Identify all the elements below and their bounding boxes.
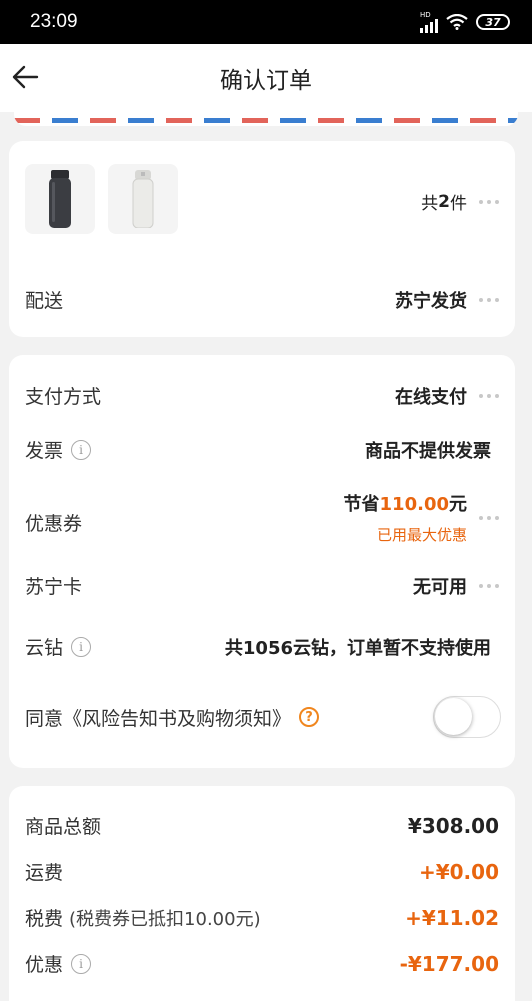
status-icons: HD 37 <box>420 11 510 33</box>
more-dots-icon <box>479 583 501 589</box>
page-title: 确认订单 <box>220 68 312 94</box>
page-header: 确认订单 <box>0 44 532 112</box>
coupon-note: 已用最大优惠 <box>376 526 467 544</box>
summary-card: 商品总额 ¥308.00 运费 +¥0.00 税费 (税费券已抵扣10.00元)… <box>9 786 515 1001</box>
agreement-toggle[interactable] <box>433 696 501 738</box>
signal-icon: HD <box>420 11 438 33</box>
cloud-diamond-value: 共1056云钻，订单暂不支持使用 <box>224 637 491 659</box>
tax-row: 税费 (税费券已抵扣10.00元) +¥11.02 <box>25 904 499 931</box>
help-icon[interactable]: ? <box>299 707 320 727</box>
tax-value: +¥11.02 <box>405 905 499 930</box>
battery-icon: 37 <box>476 14 510 30</box>
discount-value: -¥177.00 <box>399 951 499 976</box>
airmail-stripe <box>14 118 518 123</box>
more-dots-icon <box>479 515 501 521</box>
white-bottle-image <box>132 170 154 228</box>
address-card-edge[interactable] <box>14 112 518 126</box>
delivery-row[interactable]: 配送 苏宁发货 <box>25 286 501 313</box>
shipping-value: +¥0.00 <box>418 859 499 884</box>
discount-row: 优惠 i -¥177.00 <box>25 950 499 977</box>
subtotal-label: 商品总额 <box>25 816 102 838</box>
back-arrow-icon[interactable] <box>10 62 40 92</box>
status-time: 23:09 <box>30 11 78 32</box>
product-thumbnail[interactable] <box>25 164 95 234</box>
invoice-row: 发票 i 商品不提供发票 <box>25 436 491 463</box>
tax-note: (税费券已抵扣10.00元) <box>69 908 261 930</box>
info-icon[interactable]: i <box>71 439 92 460</box>
suning-card-label: 苏宁卡 <box>25 576 83 598</box>
shipping-label: 运费 <box>25 862 64 884</box>
discount-label: 优惠 <box>25 954 64 976</box>
coupon-saving: 节省110.00元 <box>343 494 467 515</box>
coupon-label: 优惠券 <box>25 513 83 535</box>
product-card: 共2件 配送 苏宁发货 <box>9 141 515 337</box>
cloud-diamond-label: 云钻 <box>25 637 64 659</box>
more-dots-icon <box>479 297 501 303</box>
info-icon[interactable]: i <box>71 953 92 974</box>
suning-card-value: 无可用 <box>413 576 467 598</box>
agreement-row: 同意《风险告知书及购物须知》 ? <box>25 696 501 738</box>
info-icon[interactable]: i <box>71 636 92 657</box>
status-bar: 23:09 HD 37 <box>0 0 532 44</box>
invoice-label: 发票 <box>25 440 64 462</box>
delivery-label: 配送 <box>25 290 64 312</box>
delivery-value: 苏宁发货 <box>395 290 467 312</box>
tax-label: 税费 <box>25 908 64 930</box>
subtotal-value: ¥308.00 <box>407 813 499 838</box>
product-count: 共2件 <box>421 191 467 215</box>
product-count-row[interactable]: 共2件 <box>301 189 501 214</box>
coupon-row[interactable]: 优惠券 节省110.00元 已用最大优惠 <box>25 490 501 545</box>
cloud-diamond-row: 云钻 i 共1056云钻，订单暂不支持使用 <box>25 633 491 660</box>
agreement-label[interactable]: 同意《风险告知书及购物须知》 <box>25 704 291 731</box>
toggle-knob <box>435 698 472 735</box>
black-bottle-image <box>49 170 71 228</box>
payment-row[interactable]: 支付方式 在线支付 <box>25 382 501 409</box>
options-card: 支付方式 在线支付 发票 i 商品不提供发票 优惠券 节省110.00元 已用最… <box>9 355 515 768</box>
shipping-row: 运费 +¥0.00 <box>25 858 499 885</box>
payment-value: 在线支付 <box>395 386 467 408</box>
suning-card-row[interactable]: 苏宁卡 无可用 <box>25 572 501 599</box>
wifi-icon <box>446 14 468 30</box>
subtotal-row: 商品总额 ¥308.00 <box>25 812 499 839</box>
invoice-value: 商品不提供发票 <box>365 440 491 462</box>
product-thumbnail[interactable] <box>108 164 178 234</box>
more-dots-icon <box>479 393 501 399</box>
more-dots-icon <box>479 199 501 205</box>
payment-label: 支付方式 <box>25 386 102 408</box>
